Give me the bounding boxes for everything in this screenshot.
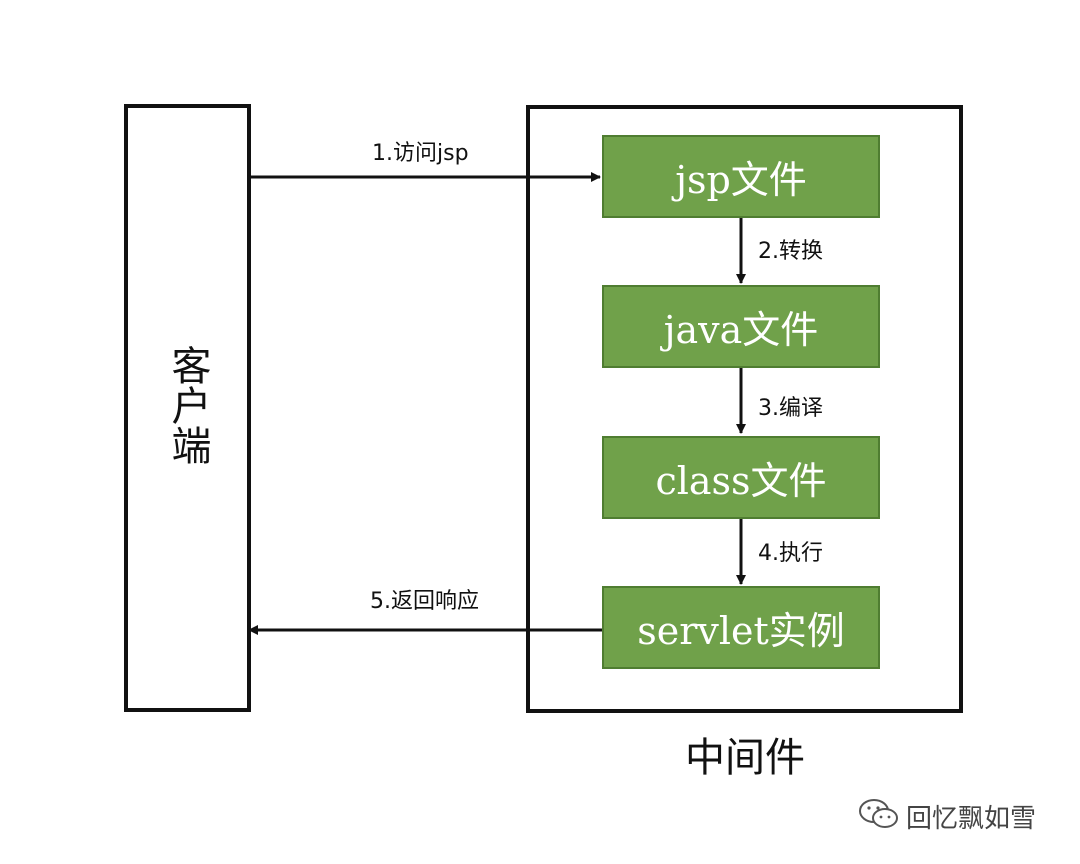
step-label-convert: 2.转换 (758, 239, 823, 264)
node-label: servlet实例 (637, 609, 845, 653)
node-label: jsp文件 (675, 158, 807, 202)
node-label: class文件 (655, 459, 827, 503)
node-class-file: class文件 (602, 436, 880, 519)
node-java-file: java文件 (602, 285, 880, 368)
watermark-text: 回忆飘如雪 (906, 803, 1037, 834)
step-label-execute: 4.执行 (758, 541, 823, 566)
step-label-return: 5.返回响应 (370, 589, 479, 614)
client-label: 客户端 (164, 345, 211, 465)
wechat-icon (858, 796, 900, 836)
node-jsp-file: jsp文件 (602, 135, 880, 218)
middleware-label: 中间件 (685, 735, 805, 781)
watermark: 回忆飘如雪 (858, 796, 1036, 836)
node-label: java文件 (663, 308, 819, 352)
step-label-access: 1.访问jsp (372, 141, 469, 166)
step-label-compile: 3.编译 (758, 396, 823, 421)
node-servlet-instance: servlet实例 (602, 586, 880, 669)
